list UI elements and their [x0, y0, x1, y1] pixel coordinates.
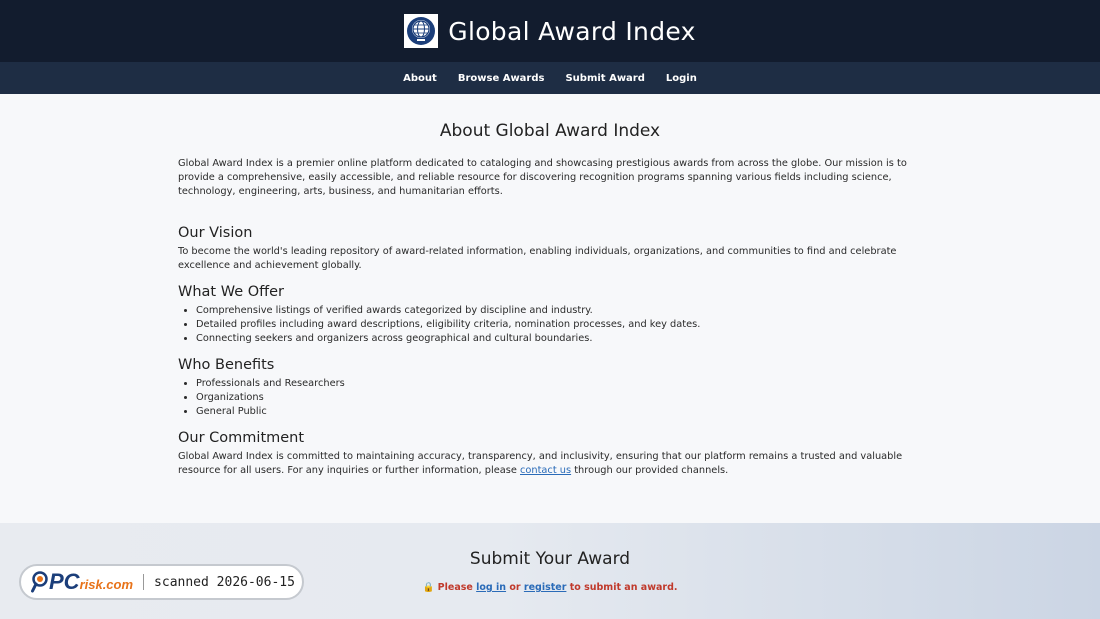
- main-nav: About Browse Awards Submit Award Login: [0, 62, 1100, 94]
- benefits-heading: Who Benefits: [178, 357, 275, 373]
- list-item: Professionals and Researchers: [196, 377, 922, 391]
- scan-date-text: scanned 2026-06-15: [154, 574, 295, 590]
- nav-about[interactable]: About: [403, 73, 437, 84]
- commitment-text: Global Award Index is committed to maint…: [178, 450, 922, 478]
- site-title: Global Award Index: [448, 16, 696, 46]
- list-item: Organizations: [196, 391, 922, 405]
- nav-submit-award[interactable]: Submit Award: [565, 73, 644, 84]
- about-section: About Global Award Index Global Award In…: [178, 94, 922, 478]
- badge-divider: [143, 574, 145, 590]
- list-item: General Public: [196, 405, 922, 419]
- offer-heading: What We Offer: [178, 284, 285, 300]
- nav-login[interactable]: Login: [666, 73, 697, 84]
- log-in-link[interactable]: log in: [476, 582, 506, 593]
- brand-pc: PC: [49, 569, 80, 594]
- intro-text: Global Award Index is a premier online p…: [178, 158, 907, 197]
- commitment-text-end: through our provided channels.: [571, 465, 729, 476]
- globe-icon[interactable]: [404, 14, 439, 48]
- contact-us-link[interactable]: contact us: [520, 465, 571, 476]
- list-item: Detailed profiles including award descri…: [196, 318, 922, 332]
- list-item: Comprehensive listings of verified award…: [196, 304, 922, 318]
- benefits-list: Professionals and Researchers Organizati…: [178, 377, 922, 419]
- site-header: Global Award Index: [0, 0, 1100, 62]
- commitment-heading: Our Commitment: [178, 430, 305, 446]
- login-note-end: to submit an award.: [566, 582, 678, 593]
- brand-risk: risk.com: [79, 576, 134, 592]
- lock-icon: 🔒: [422, 582, 435, 593]
- page-title: About Global Award Index: [439, 121, 661, 141]
- list-item: Connecting seekers and organizers across…: [196, 332, 922, 346]
- login-note-or: or: [506, 582, 524, 593]
- vision-heading: Our Vision: [178, 225, 253, 241]
- nav-browse-awards[interactable]: Browse Awards: [458, 73, 545, 84]
- vision-text: To become the world's leading repository…: [178, 246, 897, 271]
- pcrisk-logo: PC risk.com: [31, 569, 133, 595]
- magnifier-icon: [31, 571, 48, 593]
- register-link[interactable]: register: [524, 582, 567, 593]
- offer-list: Comprehensive listings of verified award…: [178, 304, 922, 346]
- login-note-text: Please: [434, 582, 477, 593]
- scan-badge: PC risk.com scanned 2026-06-15: [19, 564, 304, 600]
